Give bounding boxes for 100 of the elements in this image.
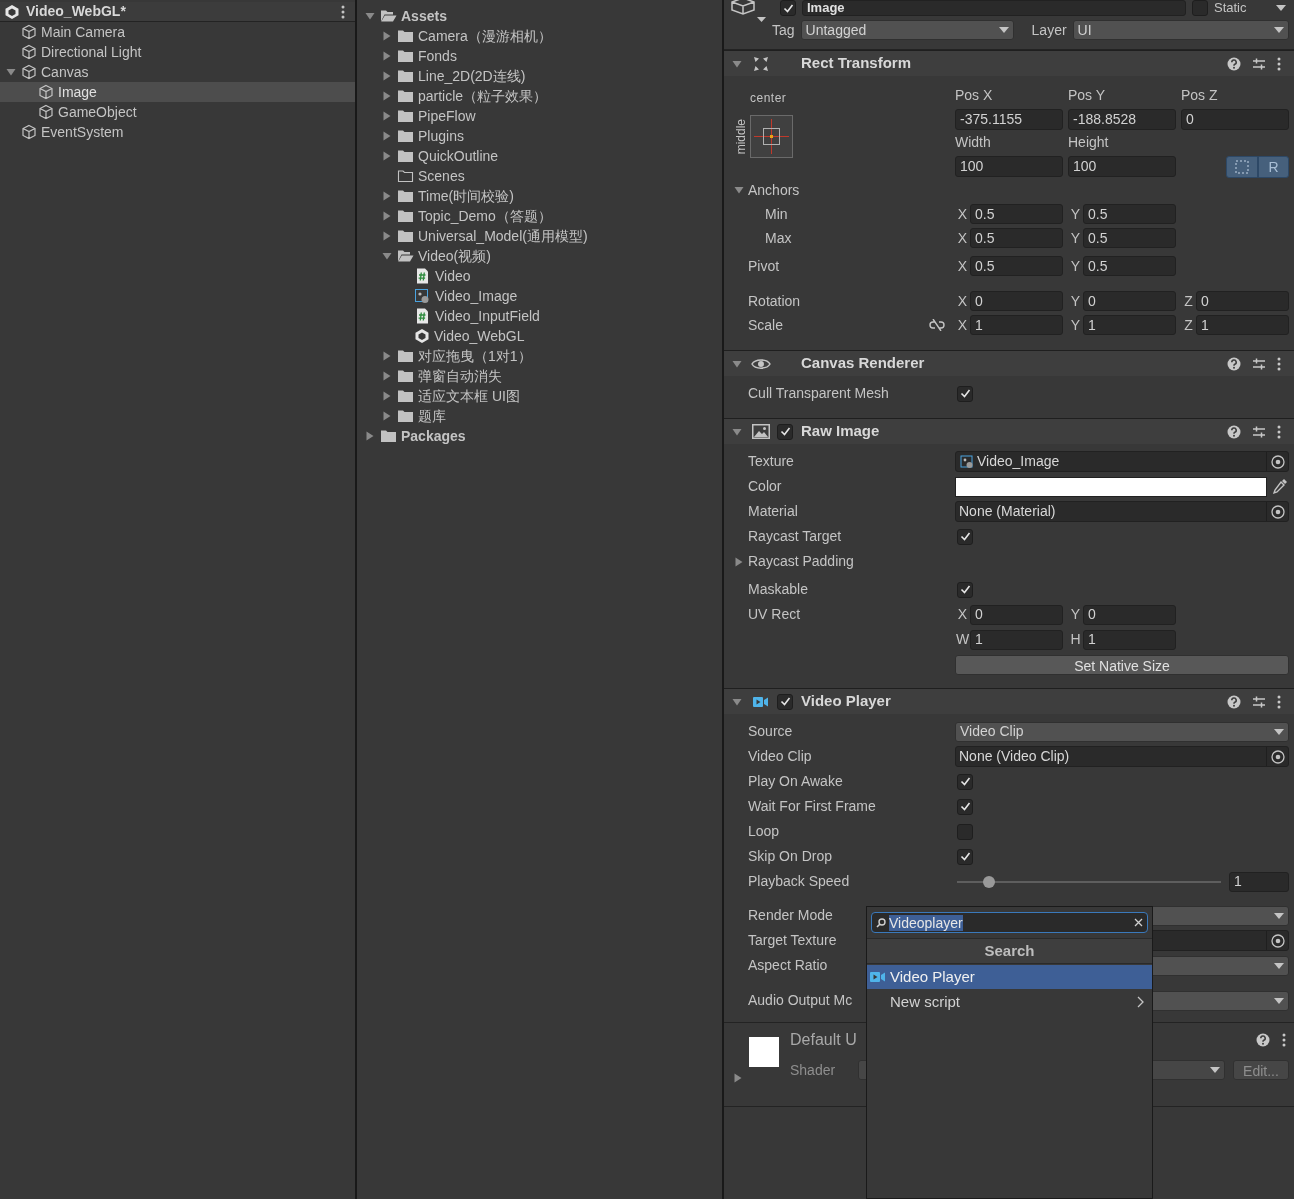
project-item[interactable]: Scenes <box>357 166 722 186</box>
checkbox[interactable] <box>957 823 973 840</box>
project-item[interactable]: PipeFlow <box>357 106 722 126</box>
project-item[interactable]: Universal_Model(通用模型) <box>357 226 722 246</box>
object-field[interactable]: None (Video Clip) <box>955 746 1289 767</box>
sliders-icon[interactable] <box>1252 56 1266 71</box>
foldout-arrow-icon[interactable] <box>382 371 392 381</box>
component-header[interactable]: Rect Transform <box>724 50 1294 76</box>
kebab-menu-icon[interactable] <box>1282 1033 1286 1047</box>
number-field[interactable]: 0 <box>1083 291 1176 311</box>
project-item[interactable]: 弹窗自动消失 <box>357 366 722 386</box>
foldout-arrow-icon[interactable] <box>382 51 392 61</box>
hierarchy-item[interactable]: Main Camera <box>0 22 355 42</box>
foldout-arrow-icon[interactable] <box>6 67 16 77</box>
project-item[interactable]: Video_Image <box>357 286 722 306</box>
object-picker-icon[interactable] <box>1270 933 1285 948</box>
anchor-preset-button[interactable] <box>750 115 793 158</box>
kebab-menu-icon[interactable] <box>1277 424 1281 439</box>
number-field[interactable]: 0.5 <box>1083 256 1176 276</box>
project-item[interactable]: Line_2D(2D连线) <box>357 66 722 86</box>
component-header[interactable]: Canvas Renderer <box>724 350 1294 376</box>
foldout-arrow-icon[interactable] <box>382 31 392 41</box>
foldout-arrow-icon[interactable] <box>382 151 392 161</box>
help-icon[interactable] <box>1227 356 1241 371</box>
project-item[interactable]: QuickOutline <box>357 146 722 166</box>
number-field[interactable]: -188.8528 <box>1068 109 1176 130</box>
project-item[interactable]: Packages <box>357 426 722 446</box>
project-item[interactable]: Video <box>357 266 722 286</box>
number-field[interactable]: 0 <box>970 291 1063 311</box>
checkbox[interactable] <box>957 528 973 545</box>
foldout-arrow-icon[interactable] <box>732 358 742 369</box>
project-item[interactable]: Assets <box>357 6 722 26</box>
tag-dropdown[interactable]: Untagged <box>800 20 1014 40</box>
foldout-arrow-icon[interactable] <box>382 111 392 121</box>
name-field[interactable]: Image <box>802 0 1186 16</box>
sliders-icon[interactable] <box>1252 356 1266 371</box>
project-item[interactable]: 对应拖曳（1对1） <box>357 346 722 366</box>
project-item[interactable]: Camera（漫游相机） <box>357 26 722 46</box>
foldout-arrow-icon[interactable] <box>734 185 744 195</box>
foldout-arrow-icon[interactable] <box>365 11 375 21</box>
checkbox[interactable] <box>957 581 973 598</box>
foldout-arrow-icon[interactable] <box>382 251 392 261</box>
project-item[interactable]: Fonds <box>357 46 722 66</box>
foldout-arrow-icon[interactable] <box>732 696 742 707</box>
component-header[interactable]: Video Player <box>724 688 1294 714</box>
number-field[interactable]: 0 <box>970 604 1063 625</box>
project-item[interactable]: Video(视频) <box>357 246 722 266</box>
help-icon[interactable] <box>1227 56 1241 71</box>
number-field[interactable]: 1 <box>1196 315 1289 335</box>
project-item[interactable]: Plugins <box>357 126 722 146</box>
number-field[interactable]: 1 <box>1083 315 1176 335</box>
project-item[interactable]: Time(时间校验) <box>357 186 722 206</box>
number-field[interactable]: 0 <box>1083 604 1176 625</box>
foldout-arrow-icon[interactable] <box>734 556 744 567</box>
number-field[interactable]: 1 <box>1083 629 1176 650</box>
help-icon[interactable] <box>1227 424 1241 439</box>
popup-item[interactable]: Video Player <box>867 965 1152 989</box>
kebab-menu-icon[interactable] <box>1277 56 1281 71</box>
foldout-arrow-icon[interactable] <box>733 1073 743 1083</box>
foldout-arrow-icon[interactable] <box>382 191 392 201</box>
hierarchy-item[interactable]: GameObject <box>0 102 355 122</box>
number-field[interactable]: -375.1155 <box>955 109 1063 130</box>
checkbox[interactable] <box>1192 0 1208 16</box>
project-item[interactable]: particle（粒子效果） <box>357 86 722 106</box>
checkbox[interactable] <box>957 773 973 790</box>
help-icon[interactable] <box>1227 694 1241 709</box>
foldout-arrow-icon[interactable] <box>382 91 392 101</box>
close-icon[interactable] <box>1134 918 1143 927</box>
project-item[interactable]: Video_WebGL <box>357 326 722 346</box>
popup-item[interactable]: New script <box>867 990 1152 1014</box>
project-item[interactable]: Video_InputField <box>357 306 722 326</box>
layer-dropdown[interactable]: UI <box>1072 20 1289 40</box>
slider-thumb[interactable] <box>982 875 995 888</box>
foldout-arrow-icon[interactable] <box>382 411 392 421</box>
foldout-arrow-icon[interactable] <box>382 231 392 241</box>
component-header[interactable]: Raw Image <box>724 418 1294 444</box>
object-picker-icon[interactable] <box>1270 504 1285 519</box>
number-field[interactable]: 100 <box>1068 156 1176 177</box>
project-item[interactable]: Topic_Demo（答题） <box>357 206 722 226</box>
color-swatch[interactable] <box>955 476 1267 497</box>
checkbox[interactable] <box>957 385 973 402</box>
dropdown[interactable]: Video Clip <box>955 721 1289 742</box>
hierarchy-item[interactable]: Canvas <box>0 62 355 82</box>
object-field[interactable]: Video_Image <box>955 451 1289 472</box>
number-field[interactable]: 0 <box>1181 109 1289 130</box>
kebab-menu-icon[interactable] <box>1277 694 1281 709</box>
foldout-arrow-icon[interactable] <box>382 211 392 221</box>
foldout-arrow-icon[interactable] <box>732 426 742 437</box>
project-item[interactable]: 适应文本框 UI图 <box>357 386 722 406</box>
object-picker-icon[interactable] <box>1270 454 1285 469</box>
foldout-arrow-icon[interactable] <box>365 431 375 441</box>
number-field[interactable]: 100 <box>955 156 1063 177</box>
sliders-icon[interactable] <box>1252 694 1266 709</box>
foldout-arrow-icon[interactable] <box>382 131 392 141</box>
number-field[interactable]: 1 <box>970 315 1063 335</box>
checkbox[interactable] <box>957 848 973 865</box>
checkbox[interactable] <box>780 0 796 16</box>
number-field[interactable]: 0.5 <box>970 256 1063 276</box>
number-field[interactable]: 0.5 <box>970 204 1063 224</box>
number-field[interactable]: 0.5 <box>970 228 1063 248</box>
